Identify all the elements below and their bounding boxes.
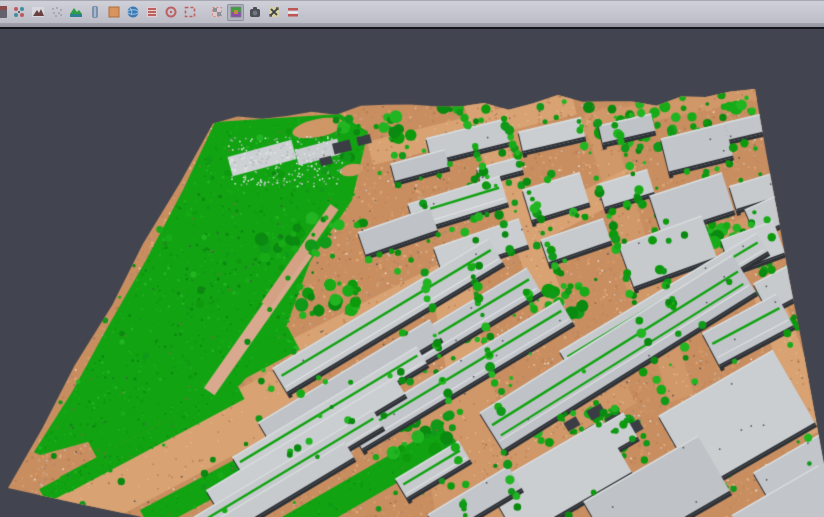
circle-selection-icon <box>164 5 178 19</box>
toolbar-button-area-selection[interactable] <box>105 4 122 21</box>
toolbar-button-classification-colormap[interactable] <box>227 4 244 21</box>
toolbar-button-globe-view[interactable] <box>124 4 141 21</box>
toolbar-button-circle-selection[interactable] <box>162 4 179 21</box>
toolbar-button-texture-grid[interactable] <box>208 4 225 21</box>
attribute-list-icon <box>145 5 159 19</box>
point-cloud-icon <box>50 5 64 19</box>
globe-view-icon <box>126 5 140 19</box>
remove-layer-icon <box>286 5 300 19</box>
toolbar-button-remove-layer[interactable] <box>284 4 301 21</box>
toolbar-button-crop-region[interactable] <box>181 4 198 21</box>
profile-view-icon <box>88 5 102 19</box>
toolbar-button-open-project[interactable] <box>0 4 8 21</box>
toolbar <box>0 0 824 23</box>
top-chrome <box>0 0 824 29</box>
point-cloud-canvas[interactable] <box>0 0 824 517</box>
area-selection-icon <box>107 5 121 19</box>
texture-grid-icon <box>210 5 224 19</box>
toolbar-button-snapshot-camera[interactable] <box>246 4 263 21</box>
crop-region-icon <box>183 5 197 19</box>
open-project-icon <box>0 5 7 19</box>
toolbar-button-clear-selection[interactable] <box>265 4 282 21</box>
toolbar-button-attribute-list[interactable] <box>143 4 160 21</box>
toolbar-button-point-cloud[interactable] <box>48 4 65 21</box>
clear-selection-icon <box>267 5 281 19</box>
terrain-model-icon <box>69 5 83 19</box>
toolbar-button-hillshade[interactable] <box>29 4 46 21</box>
toolbar-button-point-classes[interactable] <box>10 4 27 21</box>
hillshade-icon <box>31 5 45 19</box>
classification-colormap-icon <box>229 5 243 19</box>
toolbar-button-profile-view[interactable] <box>86 4 103 21</box>
application-window <box>0 0 824 517</box>
toolbar-divider <box>0 27 824 29</box>
point-classes-icon <box>12 5 26 19</box>
toolbar-button-terrain-model[interactable] <box>67 4 84 21</box>
snapshot-camera-icon <box>248 5 262 19</box>
